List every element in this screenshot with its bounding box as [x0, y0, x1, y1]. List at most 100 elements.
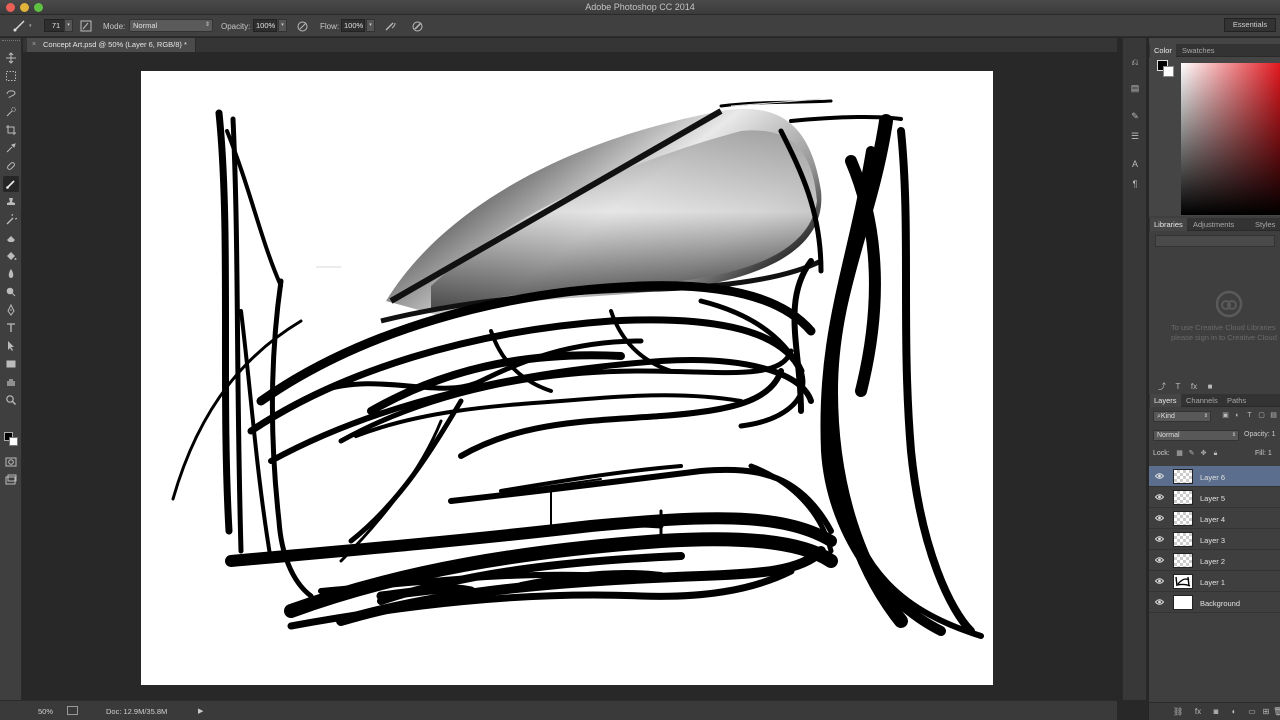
opacity-dropdown[interactable]: ▾: [278, 19, 287, 32]
layer-style-icon[interactable]: fx: [1193, 707, 1203, 717]
character-panel-icon[interactable]: A: [1129, 158, 1141, 170]
layer-row[interactable]: Layer 3: [1149, 529, 1280, 550]
brush-size-field[interactable]: 71: [44, 19, 66, 32]
lock-position-icon[interactable]: ✥: [1199, 449, 1208, 458]
canvas-workspace[interactable]: [23, 52, 1117, 700]
dodge-tool-icon[interactable]: [3, 284, 19, 300]
lock-all-icon[interactable]: 🔒︎: [1211, 449, 1220, 458]
eraser-tool-icon[interactable]: [3, 230, 19, 246]
visibility-eye-icon[interactable]: [1154, 514, 1165, 522]
pen-tool-icon[interactable]: [3, 302, 19, 318]
layer-name[interactable]: Layer 1: [1200, 578, 1225, 587]
properties-panel-icon[interactable]: ▤: [1129, 82, 1141, 94]
blend-mode-dropdown[interactable]: Normal ⇕: [1153, 430, 1239, 441]
paragraph-panel-icon[interactable]: ¶: [1129, 178, 1141, 190]
pressure-opacity-toggle[interactable]: [296, 15, 309, 37]
lock-image-icon[interactable]: ✎: [1187, 449, 1196, 458]
close-tab-icon[interactable]: ×: [32, 38, 36, 52]
visibility-eye-icon[interactable]: [1154, 556, 1165, 564]
layer-mask-icon[interactable]: ◙: [1211, 707, 1221, 717]
brush-size-dropdown[interactable]: ▾: [64, 19, 73, 32]
adjustment-filter-icon[interactable]: ◐: [1233, 411, 1242, 420]
layer-name[interactable]: Layer 4: [1200, 515, 1225, 524]
document-tab[interactable]: × Concept Art.psd @ 50% (Layer 6, RGB/8)…: [27, 38, 196, 52]
history-brush-tool-icon[interactable]: [3, 212, 19, 228]
type-filter-icon[interactable]: T: [1245, 411, 1254, 420]
document-canvas[interactable]: [141, 71, 993, 685]
layer-opacity-value[interactable]: 1: [1272, 431, 1276, 438]
rectangle-tool-icon[interactable]: [3, 356, 19, 372]
new-layer-icon[interactable]: ⊞: [1261, 707, 1271, 717]
tab-layers[interactable]: Layers: [1150, 394, 1181, 407]
layer-name[interactable]: Layer 6: [1200, 473, 1225, 482]
tool-preset-picker[interactable]: ▾: [12, 15, 32, 37]
layer-name[interactable]: Background: [1200, 599, 1240, 608]
flow-field[interactable]: 100%: [341, 19, 365, 32]
visibility-eye-icon[interactable]: [1154, 598, 1165, 606]
smart-object-filter-icon[interactable]: ▤: [1269, 411, 1278, 420]
tab-libraries[interactable]: Libraries: [1150, 218, 1187, 231]
zoom-level[interactable]: 50%: [38, 707, 53, 716]
export-icon[interactable]: [67, 706, 78, 715]
layer-row[interactable]: Layer 6: [1149, 466, 1280, 487]
lock-transparent-icon[interactable]: ▦: [1175, 449, 1184, 458]
visibility-eye-icon[interactable]: [1154, 493, 1165, 501]
lasso-tool-icon[interactable]: [3, 86, 19, 102]
pressure-size-toggle[interactable]: [411, 15, 424, 37]
layer-row[interactable]: Background: [1149, 592, 1280, 613]
visibility-eye-icon[interactable]: [1154, 535, 1165, 543]
add-layer-style-icon[interactable]: fx: [1189, 382, 1199, 392]
quick-selection-tool-icon[interactable]: [3, 104, 19, 120]
flow-dropdown[interactable]: ▾: [366, 19, 375, 32]
visibility-eye-icon[interactable]: [1154, 472, 1165, 480]
library-dropdown[interactable]: [1155, 235, 1275, 247]
paint-bucket-tool-icon[interactable]: [3, 248, 19, 264]
add-character-style-icon[interactable]: T: [1173, 382, 1183, 392]
clone-stamp-tool-icon[interactable]: [3, 194, 19, 210]
adjustment-layer-icon[interactable]: ◐: [1229, 707, 1239, 717]
opacity-field[interactable]: 100%: [253, 19, 277, 32]
brush-tool-icon[interactable]: [3, 176, 19, 192]
healing-brush-tool-icon[interactable]: [3, 158, 19, 174]
hand-tool-icon[interactable]: [3, 374, 19, 390]
tab-styles[interactable]: Styles: [1251, 218, 1279, 231]
pixel-filter-icon[interactable]: ▣: [1221, 411, 1230, 420]
path-selection-tool-icon[interactable]: [3, 338, 19, 354]
tab-adjustments[interactable]: Adjustments: [1189, 218, 1238, 231]
marquee-tool-icon[interactable]: [3, 68, 19, 84]
move-tool-icon[interactable]: [3, 50, 19, 66]
link-layers-icon[interactable]: ⛓: [1173, 707, 1183, 717]
panel-grip[interactable]: [2, 40, 20, 44]
layer-row[interactable]: Layer 2: [1149, 550, 1280, 571]
crop-tool-icon[interactable]: [3, 122, 19, 138]
color-spectrum-field[interactable]: [1181, 63, 1280, 215]
tab-color[interactable]: Color: [1150, 44, 1176, 57]
tab-channels[interactable]: Channels: [1182, 394, 1222, 407]
brush-panel-icon[interactable]: ✎: [1129, 110, 1141, 122]
layer-row[interactable]: Layer 5: [1149, 487, 1280, 508]
blur-tool-icon[interactable]: [3, 266, 19, 282]
mode-dropdown[interactable]: Normal ⇕: [129, 19, 213, 32]
layer-name[interactable]: Layer 3: [1200, 536, 1225, 545]
add-color-icon[interactable]: ■: [1205, 382, 1215, 392]
quick-mask-icon[interactable]: [3, 454, 19, 470]
background-color-chip[interactable]: [1163, 66, 1174, 77]
layer-name[interactable]: Layer 2: [1200, 557, 1225, 566]
tab-paths[interactable]: Paths: [1223, 394, 1250, 407]
layer-row[interactable]: Layer 4: [1149, 508, 1280, 529]
history-panel-icon[interactable]: ⎌: [1129, 56, 1141, 68]
layer-name[interactable]: Layer 5: [1200, 494, 1225, 503]
delete-layer-icon[interactable]: 🗑︎: [1273, 707, 1280, 717]
airbrush-toggle[interactable]: [384, 15, 397, 37]
brush-panel-toggle[interactable]: [80, 15, 92, 37]
layer-row[interactable]: Layer 1: [1149, 571, 1280, 592]
type-tool-icon[interactable]: [3, 320, 19, 336]
add-graphic-icon[interactable]: ⤴: [1157, 382, 1167, 392]
screen-mode-icon[interactable]: [3, 472, 19, 488]
background-color-swatch[interactable]: [9, 437, 18, 446]
brush-presets-panel-icon[interactable]: ☰: [1129, 130, 1141, 142]
eyedropper-tool-icon[interactable]: [3, 140, 19, 156]
visibility-eye-icon[interactable]: [1154, 577, 1165, 585]
zoom-tool-icon[interactable]: [3, 392, 19, 408]
tab-swatches[interactable]: Swatches: [1178, 44, 1219, 57]
